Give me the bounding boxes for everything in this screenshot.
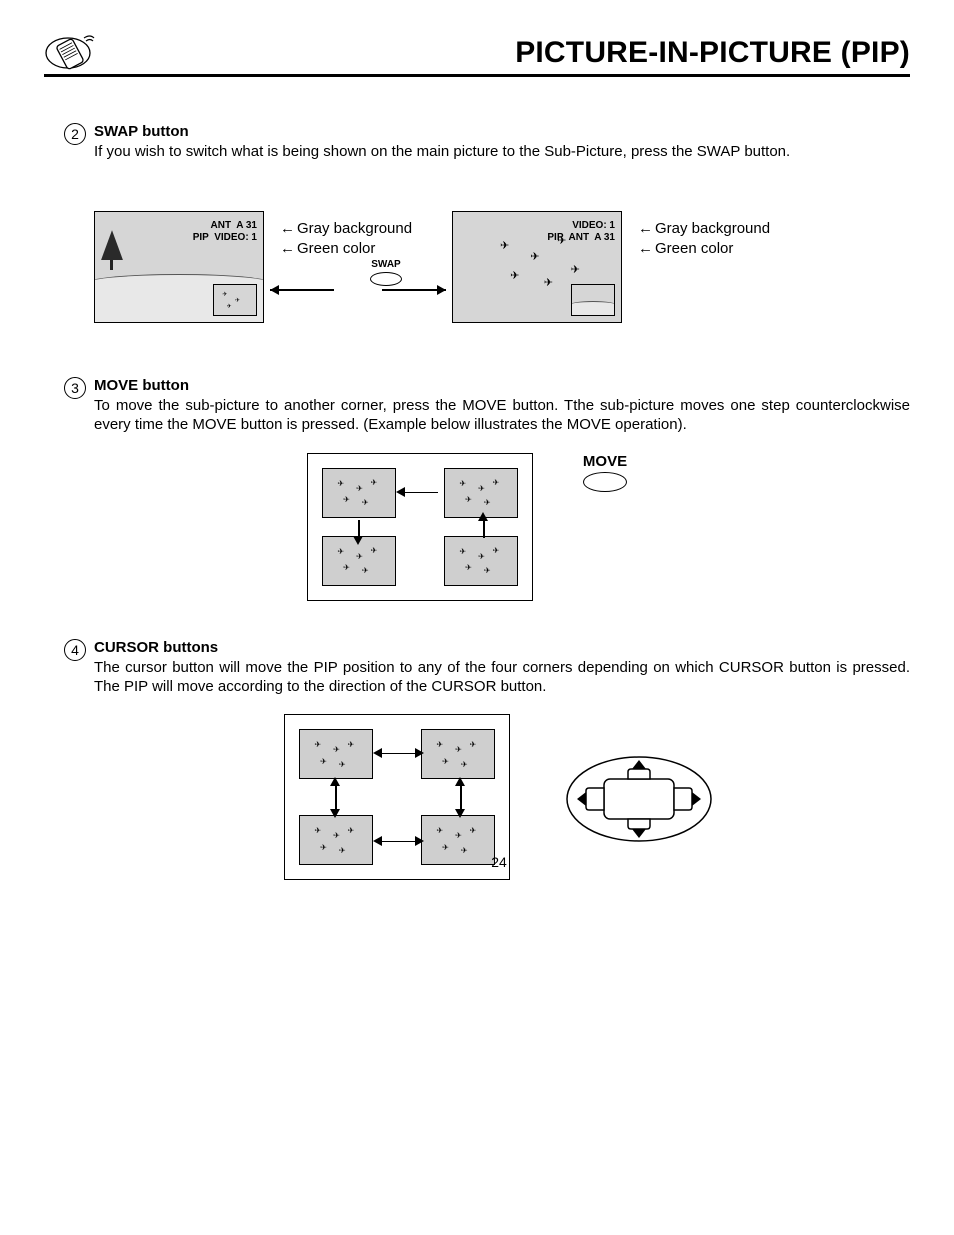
swap-button-graphic: SWAP: [346, 259, 426, 286]
cursor-dpad-icon: [564, 754, 714, 844]
move-thumb-tr: ✈✈✈ ✈✈: [444, 468, 518, 518]
tv-before-line2: PIP VIDEO: 1: [193, 232, 257, 244]
step-number-3: 3: [64, 377, 86, 399]
remote-logo-icon: [44, 28, 104, 70]
callout-green-left: ←Green color: [280, 239, 412, 259]
move-text: To move the sub-picture to another corne…: [94, 396, 910, 434]
callout-green-right: ←Green color: [638, 239, 770, 259]
page-title: PICTURE-IN-PICTURE (PIP): [515, 36, 910, 70]
cursor-thumb-tl: ✈✈✈ ✈✈: [299, 729, 373, 779]
cursor-text: The cursor button will move the PIP posi…: [94, 658, 910, 696]
step-number-2: 2: [64, 123, 86, 145]
move-button-graphic: MOVE: [575, 453, 635, 492]
move-thumb-br: ✈✈✈ ✈✈: [444, 536, 518, 586]
cursor-figure: ✈✈✈ ✈✈ ✈✈✈ ✈✈ ✈✈✈ ✈✈ ✈✈✈ ✈✈: [284, 714, 714, 894]
swap-figure: ANT A 31 PIP VIDEO: 1 ✈✈✈ ←Gray backgrou…: [94, 211, 854, 351]
move-figure: ✈✈✈ ✈✈ ✈✈✈ ✈✈ ✈✈✈ ✈✈ ✈✈✈ ✈✈ MOVE: [307, 453, 647, 613]
tv-after: ✈✈✈ ✈✈✈ VIDEO: 1 PIP ANT A 31: [452, 211, 622, 323]
cursor-title: CURSOR buttons: [94, 639, 910, 656]
cursor-thumb-tr: ✈✈✈ ✈✈: [421, 729, 495, 779]
move-thumb-tl: ✈✈✈ ✈✈: [322, 468, 396, 518]
page-number: 24: [284, 854, 714, 870]
tv-after-line2: PIP ANT A 31: [547, 232, 615, 244]
step-number-4: 4: [64, 639, 86, 661]
tv-before-line1: ANT A 31: [193, 220, 257, 232]
pip-before: ✈✈✈: [213, 284, 257, 316]
tv-before: ANT A 31 PIP VIDEO: 1 ✈✈✈: [94, 211, 264, 323]
move-title: MOVE button: [94, 377, 910, 394]
swap-title: SWAP button: [94, 123, 910, 140]
swap-text: If you wish to switch what is being show…: [94, 142, 910, 161]
header-rule: [44, 74, 910, 77]
tv-after-line1: VIDEO: 1: [547, 220, 615, 232]
pip-after: [571, 284, 615, 316]
callout-gray-right: ←Gray background: [638, 219, 770, 239]
callout-gray-left: ←Gray background: [280, 219, 412, 239]
